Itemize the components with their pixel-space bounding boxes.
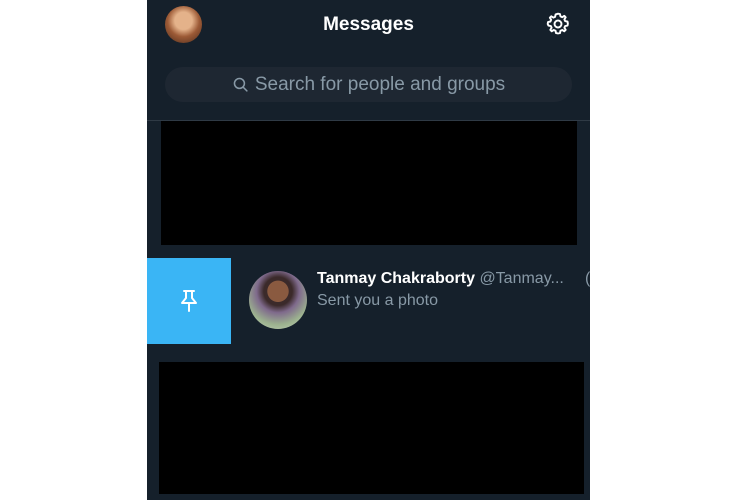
conversation-display-name: Tanmay Chakraborty: [317, 270, 475, 287]
search-icon: [233, 77, 248, 92]
page-title: Messages: [323, 14, 414, 35]
search-input[interactable]: Search for people and groups: [165, 67, 572, 102]
pin-icon: [181, 290, 197, 312]
messages-screen: Messages Search for people and groups Ta…: [147, 0, 590, 500]
header: Messages: [147, 0, 590, 52]
redacted-area: [159, 362, 584, 494]
pin-button[interactable]: [147, 258, 231, 344]
gear-icon[interactable]: [545, 11, 571, 37]
conversation-name: Tanmay Chakraborty @Tanmay...: [317, 270, 564, 288]
avatar: [249, 271, 307, 329]
redacted-area: [161, 121, 577, 245]
conversation-row[interactable]: Tanmay Chakraborty @Tanmay... ( Sent you…: [231, 258, 590, 344]
conversation-truncated-text: (: [585, 270, 590, 287]
conversation-preview: Sent you a photo: [317, 292, 438, 309]
conversation-handle: @Tanmay...: [479, 270, 564, 287]
search-placeholder: Search for people and groups: [254, 73, 506, 95]
